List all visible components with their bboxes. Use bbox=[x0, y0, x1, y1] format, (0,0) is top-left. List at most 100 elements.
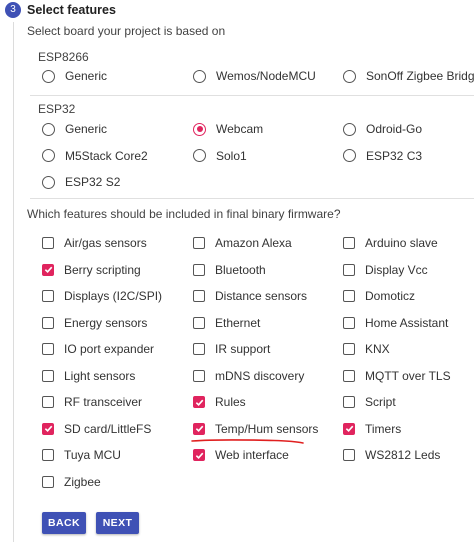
feature-label: IO port expander bbox=[64, 342, 155, 356]
radio-esp32-m5stack-core2[interactable]: M5Stack Core2 bbox=[42, 147, 148, 165]
checkbox-unchecked-icon[interactable] bbox=[343, 343, 355, 355]
checkbox-unchecked-icon[interactable] bbox=[193, 263, 205, 276]
feature-knx[interactable]: KNX bbox=[343, 340, 390, 358]
radio-unselected-icon[interactable] bbox=[42, 122, 55, 136]
feature-ir-support[interactable]: IR support bbox=[193, 340, 270, 358]
feature-display-vcc[interactable]: Display Vcc bbox=[343, 261, 428, 279]
feature-bluetooth[interactable]: Bluetooth bbox=[193, 261, 266, 279]
feature-distance-sensors[interactable]: Distance sensors bbox=[193, 287, 307, 305]
feature-timers[interactable]: Timers bbox=[343, 420, 401, 438]
radio-esp32-esp32-c3[interactable]: ESP32 C3 bbox=[343, 147, 422, 165]
feature-berry-scripting[interactable]: Berry scripting bbox=[42, 261, 141, 279]
checkbox-checked-icon[interactable] bbox=[343, 422, 355, 435]
feature-label: Distance sensors bbox=[215, 289, 308, 303]
feature-script[interactable]: Script bbox=[343, 393, 396, 411]
feature-label: Web interface bbox=[215, 448, 289, 462]
checkbox-unchecked-icon[interactable] bbox=[193, 369, 205, 382]
feature-web-interface[interactable]: Web interface bbox=[193, 446, 289, 464]
radio-unselected-icon[interactable] bbox=[343, 122, 356, 136]
checkbox-unchecked-icon[interactable] bbox=[193, 237, 205, 249]
red-underline-annotation bbox=[191, 439, 304, 444]
back-button[interactable]: BACK bbox=[42, 512, 86, 534]
feature-label: KNX bbox=[365, 342, 390, 356]
checkbox-checked-icon[interactable] bbox=[193, 396, 205, 408]
radio-esp32-solo1[interactable]: Solo1 bbox=[193, 147, 247, 165]
radio-unselected-icon[interactable] bbox=[193, 69, 206, 83]
checkbox-unchecked-icon[interactable] bbox=[343, 263, 355, 276]
feature-ws2812-leds[interactable]: WS2812 Leds bbox=[343, 446, 440, 464]
feature-energy-sensors[interactable]: Energy sensors bbox=[42, 314, 147, 332]
group-label-esp8266: ESP8266 bbox=[38, 50, 89, 64]
feature-tuya-mcu[interactable]: Tuya MCU bbox=[42, 446, 121, 464]
feature-label: Amazon Alexa bbox=[215, 236, 292, 250]
checkbox-unchecked-icon[interactable] bbox=[42, 396, 54, 408]
radio-label: SonOff Zigbee Bridge bbox=[366, 69, 474, 83]
radio-esp32-generic[interactable]: Generic bbox=[42, 120, 107, 138]
checkbox-unchecked-icon[interactable] bbox=[193, 316, 205, 329]
checkbox-unchecked-icon[interactable] bbox=[42, 290, 54, 302]
radio-unselected-icon[interactable] bbox=[42, 175, 55, 189]
feature-home-assistant[interactable]: Home Assistant bbox=[343, 314, 448, 332]
feature-label: Domoticz bbox=[365, 289, 416, 303]
feature-label: Temp/Hum sensors bbox=[215, 421, 319, 436]
checkbox-unchecked-icon[interactable] bbox=[42, 343, 54, 355]
radio-unselected-icon[interactable] bbox=[193, 149, 206, 162]
radio-esp32-esp32-s2[interactable]: ESP32 S2 bbox=[42, 173, 120, 191]
checkbox-checked-icon[interactable] bbox=[42, 263, 54, 276]
next-button[interactable]: NEXT bbox=[96, 512, 139, 534]
radio-label: Wemos/NodeMCU bbox=[216, 69, 316, 83]
radio-unselected-icon[interactable] bbox=[42, 149, 55, 162]
feature-light-sensors[interactable]: Light sensors bbox=[42, 367, 135, 385]
checkbox-unchecked-icon[interactable] bbox=[42, 316, 54, 329]
checkbox-unchecked-icon[interactable] bbox=[343, 316, 355, 329]
checkbox-unchecked-icon[interactable] bbox=[343, 290, 355, 302]
checkbox-unchecked-icon[interactable] bbox=[42, 475, 54, 488]
radio-selected-icon[interactable] bbox=[193, 122, 206, 136]
radio-unselected-icon[interactable] bbox=[343, 69, 356, 83]
checkbox-unchecked-icon[interactable] bbox=[343, 449, 355, 461]
feature-io-port-expander[interactable]: IO port expander bbox=[42, 340, 154, 358]
feature-ethernet[interactable]: Ethernet bbox=[193, 314, 260, 332]
group-divider bbox=[30, 95, 474, 96]
radio-esp8266-generic[interactable]: Generic bbox=[42, 67, 107, 85]
checkbox-unchecked-icon[interactable] bbox=[343, 369, 355, 382]
checkbox-unchecked-icon[interactable] bbox=[42, 369, 54, 382]
checkbox-checked-icon[interactable] bbox=[193, 449, 205, 461]
radio-label: Webcam bbox=[216, 122, 264, 136]
feature-air-gas-sensors[interactable]: Air/gas sensors bbox=[42, 234, 147, 252]
checkbox-unchecked-icon[interactable] bbox=[343, 396, 355, 408]
checkbox-unchecked-icon[interactable] bbox=[42, 449, 54, 461]
feature-label: Home Assistant bbox=[365, 315, 449, 330]
feature-mqtt-over-tls[interactable]: MQTT over TLS bbox=[343, 367, 451, 385]
step-title: Select features bbox=[27, 3, 116, 17]
feature-sd-card-littlefs[interactable]: SD card/LittleFS bbox=[42, 420, 151, 438]
feature-label: SD card/LittleFS bbox=[64, 421, 152, 436]
radio-esp32-odroid-go[interactable]: Odroid-Go bbox=[343, 120, 422, 138]
group-label-esp32: ESP32 bbox=[38, 102, 76, 116]
feature-rf-transceiver[interactable]: RF transceiver bbox=[42, 393, 142, 411]
feature-zigbee[interactable]: Zigbee bbox=[42, 473, 101, 491]
radio-esp8266-wemos-nodemcu[interactable]: Wemos/NodeMCU bbox=[193, 67, 316, 85]
feature-label: Tuya MCU bbox=[64, 448, 121, 462]
checkbox-unchecked-icon[interactable] bbox=[42, 237, 54, 249]
feature-amazon-alexa[interactable]: Amazon Alexa bbox=[193, 234, 292, 252]
checkbox-unchecked-icon[interactable] bbox=[343, 237, 355, 249]
feature-label: Ethernet bbox=[215, 315, 261, 330]
feature-temp-hum-sensors[interactable]: Temp/Hum sensors bbox=[193, 420, 318, 438]
feature-rules[interactable]: Rules bbox=[193, 393, 246, 411]
checkbox-unchecked-icon[interactable] bbox=[193, 343, 205, 355]
radio-esp32-webcam[interactable]: Webcam bbox=[193, 120, 263, 138]
checkbox-checked-icon[interactable] bbox=[193, 422, 205, 435]
radio-unselected-icon[interactable] bbox=[42, 69, 55, 83]
radio-esp8266-sonoff-zigbee-bridge[interactable]: SonOff Zigbee Bridge bbox=[343, 67, 474, 85]
feature-displays-i2c-spi[interactable]: Displays (I2C/SPI) bbox=[42, 287, 162, 305]
checkbox-unchecked-icon[interactable] bbox=[193, 290, 205, 302]
features-question: Which features should be included in fin… bbox=[27, 207, 341, 221]
feature-domoticz[interactable]: Domoticz bbox=[343, 287, 415, 305]
radio-label: M5Stack Core2 bbox=[65, 148, 148, 163]
checkbox-checked-icon[interactable] bbox=[42, 422, 54, 435]
feature-mdns-discovery[interactable]: mDNS discovery bbox=[193, 367, 304, 385]
feature-arduino-slave[interactable]: Arduino slave bbox=[343, 234, 438, 252]
radio-unselected-icon[interactable] bbox=[343, 149, 356, 162]
feature-label: Light sensors bbox=[64, 368, 136, 383]
